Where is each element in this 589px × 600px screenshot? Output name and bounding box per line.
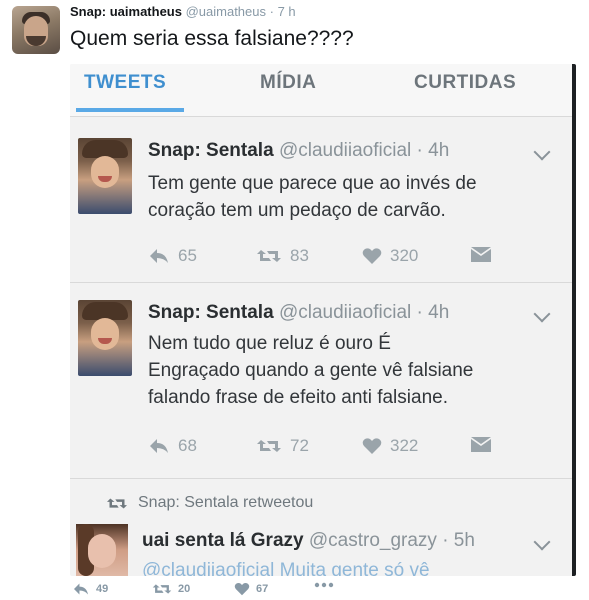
attached-photo[interactable]: TWEETS MÍDIA CURTIDAS Snap: Sentala @cla… bbox=[70, 64, 576, 576]
inner-tweet-header: uai senta lá Grazy @castro_grazy · 5h bbox=[142, 530, 475, 552]
retweet-count: 20 bbox=[178, 583, 191, 595]
retweet-notice: Snap: Sentala retweetou bbox=[106, 494, 313, 512]
like-count: 320 bbox=[390, 246, 419, 265]
retweet-count: 72 bbox=[290, 436, 309, 455]
text-line: coração tem um pedaço de carvão. bbox=[148, 200, 446, 221]
reply-action[interactable]: 65 bbox=[148, 246, 197, 266]
like-action[interactable]: 320 bbox=[362, 246, 418, 266]
tab-tweets[interactable]: TWEETS bbox=[84, 72, 166, 94]
inner-author-handle[interactable]: @claudiiaoficial bbox=[279, 302, 411, 323]
inner-tweet-header: Snap: Sentala @claudiiaoficial · 4h bbox=[148, 302, 449, 324]
inner-avatar[interactable] bbox=[78, 138, 132, 214]
profile-tabs: TWEETS MÍDIA CURTIDAS bbox=[70, 64, 572, 116]
inner-tweet-time: · 4h bbox=[416, 302, 450, 323]
photo-edge bbox=[572, 64, 576, 576]
divider bbox=[70, 478, 572, 479]
author-handle[interactable]: @uaimatheus bbox=[186, 4, 266, 19]
retweet-icon bbox=[107, 498, 127, 508]
inner-tweet-time: · 5h bbox=[442, 530, 475, 551]
like-count: 322 bbox=[390, 436, 419, 455]
reply-count: 65 bbox=[178, 246, 197, 265]
inner-author-name[interactable]: Snap: Sentala bbox=[148, 140, 274, 161]
text-line: Nem tudo que reluz é ouro É bbox=[148, 333, 391, 354]
text-line: Engraçado quando a gente vê falsiane bbox=[148, 360, 474, 381]
more-button[interactable] bbox=[314, 582, 334, 588]
dm-icon bbox=[471, 247, 491, 262]
chevron-down-icon[interactable] bbox=[533, 143, 551, 161]
heart-icon bbox=[234, 583, 250, 596]
dm-icon bbox=[471, 437, 491, 452]
retweet-button[interactable]: 20 bbox=[152, 582, 190, 596]
retweet-icon bbox=[257, 440, 281, 452]
divider bbox=[70, 116, 572, 117]
retweet-icon bbox=[257, 250, 281, 262]
inner-author-name[interactable]: uai senta lá Grazy bbox=[142, 530, 304, 551]
heart-icon bbox=[362, 438, 382, 454]
active-tab-indicator bbox=[76, 108, 184, 112]
reply-count: 49 bbox=[96, 583, 109, 595]
divider bbox=[70, 282, 572, 283]
retweet-action[interactable]: 72 bbox=[256, 436, 309, 456]
separator-dot: · bbox=[269, 4, 274, 19]
retweet-action[interactable]: 83 bbox=[256, 246, 309, 266]
chevron-down-icon[interactable] bbox=[533, 533, 551, 551]
text-line: Tem gente que parece que ao invés de bbox=[148, 173, 477, 194]
tweet-text: Quem seria essa falsiane???? bbox=[70, 27, 354, 50]
inner-tweet-text-truncated: @claudiiaoficial Muita gente só vê bbox=[142, 560, 430, 576]
tweet-time[interactable]: 7 h bbox=[278, 4, 296, 19]
inner-author-handle[interactable]: @claudiiaoficial bbox=[279, 140, 411, 161]
tab-curtidas[interactable]: CURTIDAS bbox=[414, 72, 516, 94]
tweet-header: Snap: uaimatheus @uaimatheus · 7 h bbox=[70, 4, 296, 19]
avatar-face bbox=[91, 156, 119, 188]
inner-author-name[interactable]: Snap: Sentala bbox=[148, 302, 274, 323]
like-count: 67 bbox=[256, 583, 269, 595]
inner-tweet-header: Snap: Sentala @claudiiaoficial · 4h bbox=[148, 140, 449, 162]
more-icon bbox=[314, 582, 334, 588]
inner-action-bar: 68 72 322 bbox=[148, 436, 568, 458]
retweet-notice-text[interactable]: Snap: Sentala retweetou bbox=[138, 494, 313, 512]
heart-icon bbox=[362, 248, 382, 264]
tab-midia[interactable]: MÍDIA bbox=[260, 72, 316, 94]
author-avatar[interactable] bbox=[12, 6, 60, 54]
chevron-down-icon[interactable] bbox=[533, 305, 551, 323]
avatar-face bbox=[88, 534, 116, 568]
reply-icon bbox=[150, 249, 168, 263]
dm-action[interactable] bbox=[470, 246, 492, 264]
inner-author-handle[interactable]: @castro_grazy bbox=[309, 530, 437, 551]
reply-count: 68 bbox=[178, 436, 197, 455]
inner-tweet-text: Nem tudo que reluz é ouro É Engraçado qu… bbox=[148, 330, 548, 411]
author-name[interactable]: Snap: uaimatheus bbox=[70, 4, 182, 19]
inner-tweet-text: Tem gente que parece que ao invés de cor… bbox=[148, 170, 548, 224]
avatar-face bbox=[91, 318, 119, 350]
text-line: falando frase de efeito anti falsiane. bbox=[148, 387, 448, 408]
like-action[interactable]: 322 bbox=[362, 436, 418, 456]
reply-icon bbox=[74, 583, 88, 595]
retweet-count: 83 bbox=[290, 246, 309, 265]
inner-action-bar: 65 83 320 bbox=[148, 246, 568, 268]
inner-avatar[interactable] bbox=[76, 524, 128, 576]
dm-action[interactable] bbox=[470, 436, 492, 454]
reply-icon bbox=[150, 439, 168, 453]
reply-action[interactable]: 68 bbox=[148, 436, 197, 456]
retweet-icon bbox=[152, 584, 172, 594]
inner-avatar[interactable] bbox=[78, 300, 132, 376]
inner-tweet-time: · 4h bbox=[416, 140, 450, 161]
tweet-action-bar: 49 20 67 bbox=[70, 580, 470, 600]
reply-button[interactable]: 49 bbox=[72, 582, 108, 596]
like-button[interactable]: 67 bbox=[234, 582, 268, 596]
